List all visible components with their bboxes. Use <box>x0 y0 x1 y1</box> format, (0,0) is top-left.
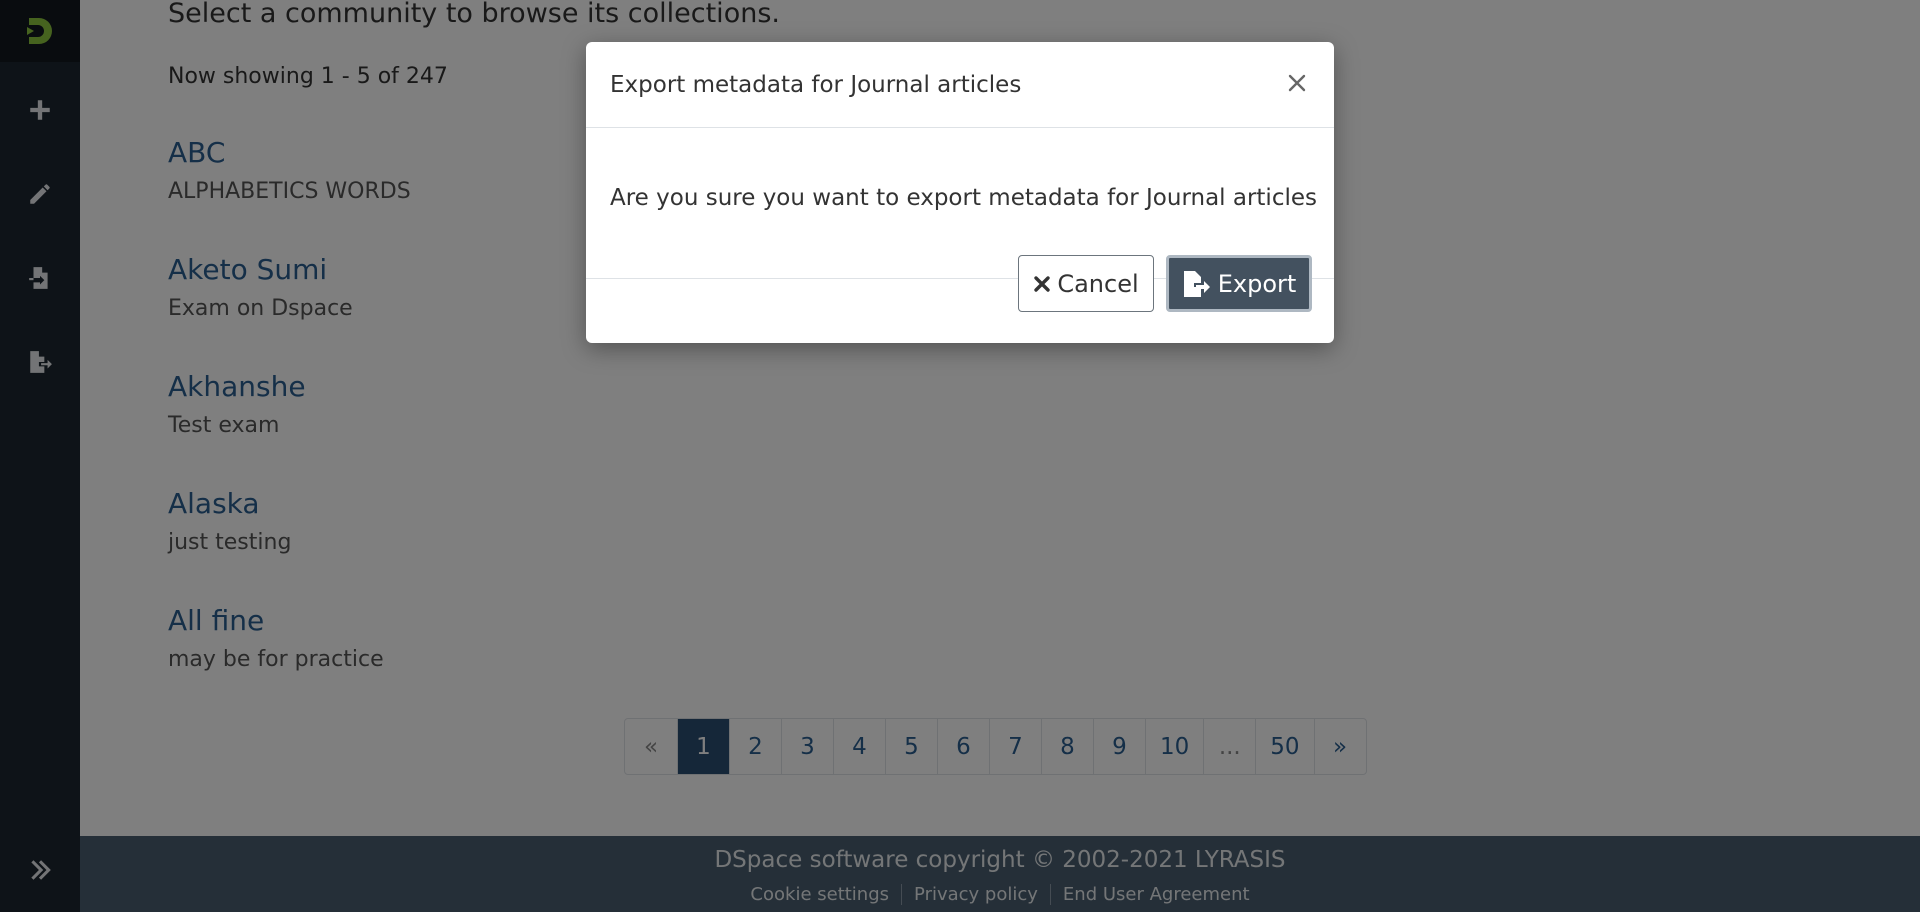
export-label: Export <box>1217 269 1297 298</box>
export-metadata-dialog: Export metadata for Journal articles Are… <box>586 42 1334 343</box>
modal-header: Export metadata for Journal articles <box>586 42 1334 128</box>
modal-footer: Cancel Export <box>586 255 1334 343</box>
cancel-button[interactable]: Cancel <box>1018 255 1154 312</box>
close-button[interactable] <box>1282 68 1312 98</box>
close-icon <box>1288 74 1306 92</box>
times-icon <box>1034 275 1051 292</box>
modal-message: Are you sure you want to export metadata… <box>610 185 1317 211</box>
cancel-label: Cancel <box>1057 269 1139 298</box>
file-export-icon <box>1183 270 1210 297</box>
export-button[interactable]: Export <box>1166 255 1312 312</box>
modal-title: Export metadata for Journal articles <box>610 72 1022 98</box>
